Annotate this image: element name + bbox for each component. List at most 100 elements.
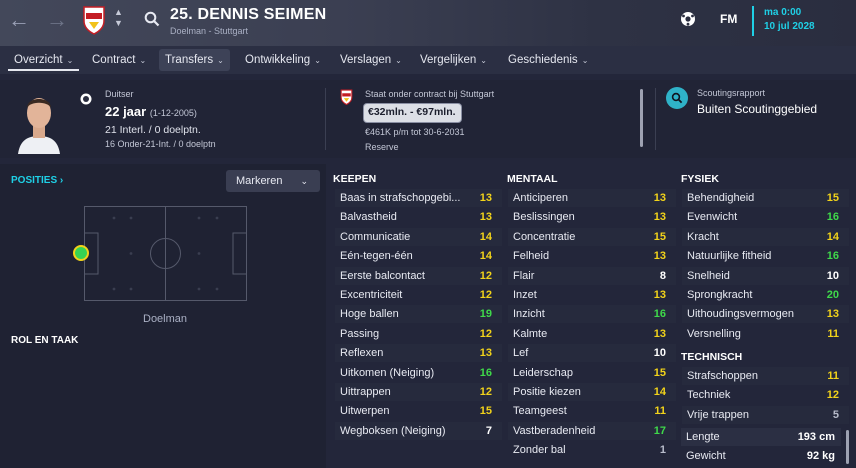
attribute-name: Anticiperen — [513, 192, 569, 204]
attribute-row[interactable]: Strafschoppen 11 — [682, 367, 849, 385]
attribute-row[interactable]: Behendigheid 15 — [682, 189, 849, 207]
attribute-row[interactable]: Concentratie 15 — [508, 227, 676, 246]
attribute-row[interactable]: Anticiperen 13 — [508, 189, 676, 207]
scrollbar[interactable] — [640, 89, 643, 147]
attribute-row[interactable]: Teamgeest 11 — [508, 402, 676, 420]
pitch-markings — [84, 206, 247, 301]
nationality: Duitser — [105, 89, 134, 99]
attribute-row[interactable]: Uittrappen 12 — [335, 383, 502, 401]
tab-transfers[interactable]: Transfers ⌄ — [159, 49, 230, 71]
goalkeeper-position-dot[interactable] — [73, 245, 89, 261]
attribute-name: Passing — [340, 327, 380, 340]
attribute-row[interactable]: Techniek 12 — [682, 386, 849, 404]
ball-icon[interactable] — [680, 11, 696, 27]
attribute-row[interactable]: Eerste balcontact 12 — [335, 266, 502, 285]
chevron-down-icon: ⌄ — [66, 56, 74, 65]
attribute-name: Kalmte — [513, 327, 548, 340]
forward-arrow-icon[interactable]: → — [46, 9, 68, 31]
attribute-row[interactable]: Kracht 14 — [682, 227, 849, 246]
contract-status: Staat onder contract bij Stuttgart — [365, 89, 495, 99]
tab-vergelijken[interactable]: Vergelijken ⌄ — [414, 49, 493, 71]
attribute-name: Uithoudingsvermogen — [687, 308, 795, 321]
attribute-row[interactable]: Communicatie 14 — [335, 227, 502, 246]
attribute-row[interactable]: Inzet 13 — [508, 286, 676, 304]
attribute-row[interactable]: Zonder bal 1 — [508, 441, 676, 459]
age-value: 22 jaar — [105, 104, 147, 119]
attribute-row[interactable]: Inzicht 16 — [508, 305, 676, 324]
attribute-value: 8 — [659, 269, 666, 282]
attribute-row[interactable]: Lef 10 — [508, 344, 676, 363]
attribute-row[interactable]: Baas in strafschopgebi... 13 — [335, 189, 502, 207]
attribute-row[interactable]: Snelheid 10 — [682, 266, 849, 285]
game-date[interactable]: 10 jul 2028 — [764, 21, 815, 32]
attribute-row[interactable]: Felheid 13 — [508, 247, 676, 265]
attribute-row[interactable]: Natuurlijke fitheid 16 — [682, 247, 849, 265]
fm-logo[interactable]: FM — [720, 12, 737, 26]
attribute-row[interactable]: Vrije trappen 5 — [682, 405, 849, 424]
attribute-value: 11 — [827, 370, 839, 382]
attribute-row[interactable]: Versnelling 11 — [682, 325, 849, 343]
attribute-name: Uittrappen — [340, 386, 391, 398]
positions-link[interactable]: POSITIES › — [11, 175, 63, 186]
tab-contract[interactable]: Contract ⌄ — [86, 49, 152, 71]
attribute-row[interactable]: Wegboksen (Neiging) 7 — [335, 421, 502, 440]
attribute-row[interactable]: Vastberadenheid 17 — [508, 421, 676, 440]
attribute-row[interactable]: Flair 8 — [508, 266, 676, 285]
attribute-name: Sprongkracht — [687, 289, 753, 301]
attribute-row[interactable]: Sprongkracht 20 — [682, 286, 849, 304]
attribute-name: Eén-tegen-één — [340, 250, 413, 263]
attribute-name: Reflexen — [340, 347, 384, 360]
attribute-value: 5 — [832, 408, 839, 421]
attribute-row[interactable]: Balvastheid 13 — [335, 208, 502, 226]
attribute-value: 13 — [653, 211, 666, 224]
switch-chevrons-icon[interactable]: ▲ ▼ — [114, 7, 123, 29]
attribute-value: 12 — [479, 327, 492, 340]
attribute-value: 10 — [826, 269, 839, 282]
attribute-row[interactable]: Eén-tegen-één 14 — [335, 247, 502, 265]
attribute-row[interactable]: Excentriciteit 12 — [335, 286, 502, 304]
tab-ontwikkeling[interactable]: Ontwikkeling ⌄ — [239, 49, 327, 71]
divider — [655, 88, 656, 150]
chevron-down-icon: ⌄ — [480, 56, 487, 65]
attribute-name: Beslissingen — [513, 211, 575, 224]
attribute-value: 13 — [653, 327, 666, 340]
player-photo — [14, 86, 64, 154]
attribute-row[interactable]: Uitwerpen 15 — [335, 402, 502, 420]
attribute-value: 15 — [479, 405, 492, 418]
tab-geschiedenis[interactable]: Geschiedenis ⌄ — [502, 49, 594, 71]
scrollbar[interactable] — [846, 430, 849, 464]
mark-button[interactable]: Markeren ⌄ — [226, 170, 320, 192]
attribute-value: 15 — [653, 230, 666, 243]
weight-label: Gewicht — [686, 450, 726, 462]
attribute-row[interactable]: Hoge ballen 19 — [335, 305, 502, 324]
attribute-row[interactable]: Leiderschap 15 — [508, 364, 676, 382]
attribute-row[interactable]: Evenwicht 16 — [682, 208, 849, 226]
search-icon[interactable] — [144, 11, 160, 27]
attribute-value: 15 — [826, 192, 839, 204]
attribute-row[interactable]: Kalmte 13 — [508, 325, 676, 343]
attribute-row[interactable]: Positie kiezen 14 — [508, 383, 676, 401]
attribute-row[interactable]: Beslissingen 13 — [508, 208, 676, 226]
attribute-value: 1 — [659, 444, 666, 457]
attribute-row[interactable]: Passing 12 — [335, 325, 502, 343]
top-bar: ← → ▲ ▼ 25. DENNIS SEIMEN Doelman - Stutt… — [0, 0, 856, 46]
attribute-value: 14 — [826, 230, 839, 243]
attribute-value: 16 — [479, 366, 492, 379]
attribute-row[interactable]: Uitkomen (Neiging) 16 — [335, 364, 502, 382]
u21-caps: 16 Onder-21-Int. / 0 doelptn — [105, 139, 216, 149]
attribute-value: 16 — [826, 211, 839, 224]
attribute-name: Eerste balcontact — [340, 269, 425, 282]
attribute-name: Evenwicht — [687, 211, 738, 224]
attribute-row[interactable]: Uithoudingsvermogen 13 — [682, 305, 849, 324]
club-crest-icon[interactable] — [82, 5, 106, 35]
attribute-row[interactable]: Reflexen 13 — [335, 344, 502, 363]
attribute-value: 15 — [653, 366, 666, 379]
player-subtitle: Doelman - Stuttgart — [170, 26, 249, 36]
game-time[interactable]: ma 0:00 — [764, 7, 801, 18]
tab-verslagen[interactable]: Verslagen ⌄ — [334, 49, 408, 71]
weight-row: Gewicht 92 kg — [681, 447, 841, 465]
role-duty-label: ROL EN TAAK — [11, 335, 79, 346]
chevron-down-icon: ⌄ — [139, 56, 147, 65]
back-arrow-icon[interactable]: ← — [8, 9, 30, 31]
tab-overzicht[interactable]: Overzicht ⌄ — [8, 49, 80, 71]
